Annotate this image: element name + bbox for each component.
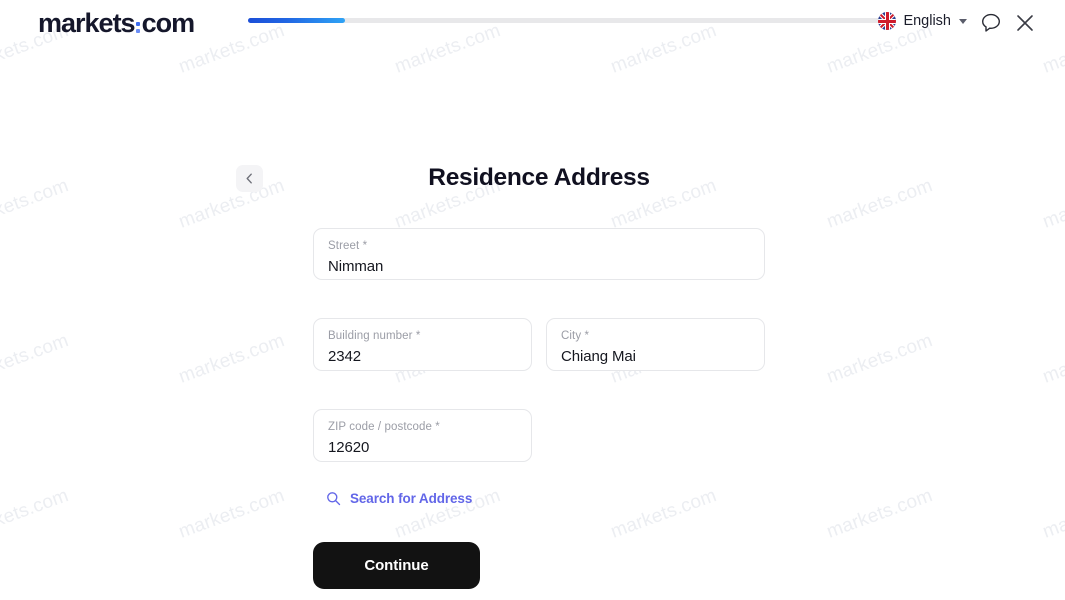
zip-code-field[interactable]: ZIP code / postcode * 12620 bbox=[313, 409, 532, 462]
city-field[interactable]: City * Chiang Mai bbox=[546, 318, 765, 371]
language-label: English bbox=[903, 13, 951, 29]
search-for-address-link[interactable]: Search for Address bbox=[326, 491, 472, 506]
logo-text-secondary: com bbox=[141, 8, 196, 38]
residence-address-form: Residence Address Street * Nimman Buildi… bbox=[0, 0, 1065, 600]
building-number-field-value: 2342 bbox=[328, 348, 361, 365]
uk-flag-icon bbox=[878, 12, 897, 30]
zip-code-field-label: ZIP code / postcode * bbox=[328, 421, 440, 433]
chevron-down-icon bbox=[959, 18, 967, 24]
brand-logo: markets com bbox=[38, 8, 196, 39]
city-field-label: City * bbox=[561, 330, 590, 342]
continue-button[interactable]: Continue bbox=[313, 542, 480, 589]
zip-code-field-value: 12620 bbox=[328, 439, 370, 456]
page-title: Residence Address bbox=[428, 164, 650, 191]
app-header: markets com English bbox=[0, 0, 1065, 44]
logo-text-primary: markets bbox=[38, 8, 136, 38]
building-number-field[interactable]: Building number * 2342 bbox=[313, 318, 532, 371]
search-for-address-label: Search for Address bbox=[350, 491, 473, 506]
city-field-value: Chiang Mai bbox=[561, 348, 636, 365]
street-field[interactable]: Street * Nimman bbox=[313, 228, 765, 280]
progress-fill bbox=[248, 18, 346, 23]
building-number-field-label: Building number * bbox=[328, 330, 421, 342]
chat-support-button[interactable] bbox=[979, 11, 1003, 40]
close-x-icon bbox=[1017, 15, 1033, 31]
chevron-left-icon bbox=[246, 173, 252, 184]
language-selector[interactable]: English bbox=[878, 12, 967, 30]
colon-dots-icon bbox=[135, 22, 140, 33]
search-icon bbox=[327, 492, 341, 506]
street-field-label: Street * bbox=[328, 240, 368, 252]
onboarding-progress-bar bbox=[248, 18, 896, 23]
back-button[interactable] bbox=[236, 165, 263, 192]
close-button[interactable] bbox=[1013, 11, 1037, 40]
street-field-value: Nimman bbox=[328, 258, 384, 275]
speech-bubble-icon bbox=[982, 13, 1000, 32]
